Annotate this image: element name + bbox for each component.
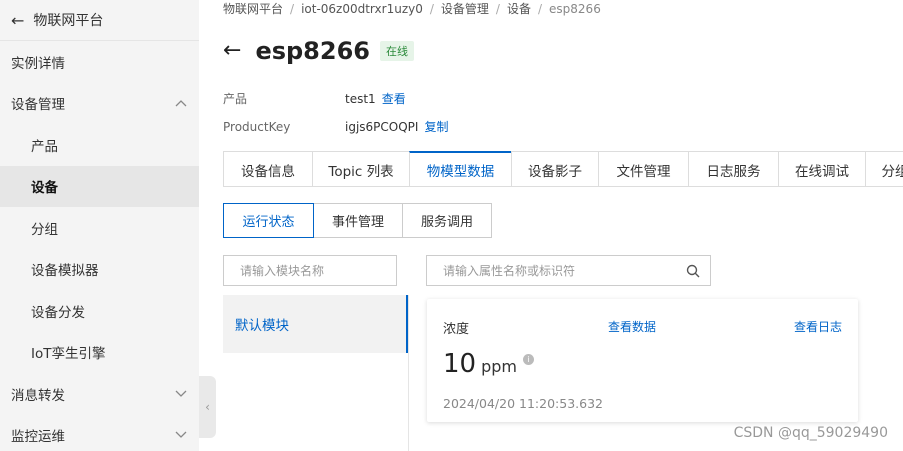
breadcrumb: 物联网平台 / iot-06z00dtrxr1uzy0/设备管理 / 设备 / esp826…	[223, 2, 601, 16]
sidebar-item[interactable]: 监控运维	[0, 415, 199, 451]
productkey-row: ProductKey igjs6PCOQPI 复制	[223, 118, 448, 135]
watermark: CSDN @qq_59029490	[733, 425, 888, 441]
chevron-down-icon	[175, 428, 187, 442]
view-log-link[interactable]: 查看日志	[794, 318, 842, 335]
sidebar-item[interactable]: 消息转发	[0, 373, 199, 415]
tab-item[interactable]: 物模型数据	[409, 151, 512, 186]
sidebar-menu: 实例详情设备管理产品设备分组设备模拟器设备分发 IoT孪生引擎消息转发监控运维	[0, 41, 199, 451]
sidebar-item-label: 设备分发	[31, 304, 85, 321]
tab-item[interactable]: 在线调试	[778, 151, 866, 186]
tsl-subtabs: 运行状态 事件管理 服务调用	[223, 203, 492, 238]
chevron-down-icon	[175, 387, 187, 401]
sidebar-header-title: 物联网平台	[33, 13, 104, 29]
breadcrumb-item-device-management[interactable]: 设备管理	[441, 2, 489, 16]
sidebar-item-label: 设备模拟器	[31, 263, 99, 280]
sidebar-item[interactable]: 产品	[0, 124, 199, 166]
sidebar: ← 物联网平台 实例详情设备管理产品设备分组设备模拟器设备分发 IoT孪生引擎消息…	[0, 0, 199, 451]
view-data-link[interactable]: 查看数据	[608, 318, 656, 335]
sidebar-item-label: 分组	[31, 221, 58, 238]
subtab-item[interactable]: 事件管理	[313, 203, 403, 238]
sidebar-item[interactable]: 设备	[0, 165, 199, 207]
sidebar-item-label: 监控运维	[11, 429, 65, 446]
sidebar-header[interactable]: ← 物联网平台	[0, 0, 199, 41]
product-value: test1	[345, 91, 376, 106]
tab-item[interactable]: 日志服务	[688, 151, 779, 186]
sidebar-item[interactable]: 设备管理	[0, 83, 199, 125]
detail-tabs: 设备信息Topic 列表物模型数据设备影子文件管理日志服务在线调试分组	[223, 151, 903, 187]
chevron-up-icon	[175, 96, 187, 110]
property-timestamp: 2024/04/20 11:20:53.632	[443, 396, 603, 411]
breadcrumb-item-platform[interactable]: 物联网平台	[223, 2, 283, 16]
tab-item[interactable]: 文件管理	[598, 151, 689, 186]
productkey-label: ProductKey	[223, 119, 291, 134]
sidebar-item-label: 消息转发	[11, 387, 65, 404]
sidebar-item-label: 设备管理	[11, 97, 65, 114]
module-item-default[interactable]: 默认模块	[223, 295, 408, 353]
module-item-label: 默认模块	[235, 318, 289, 334]
sidebar-item[interactable]: 实例详情	[0, 41, 199, 83]
tab-item[interactable]: 分组	[865, 151, 903, 186]
property-name: 浓度	[443, 322, 470, 337]
product-label: 产品	[223, 92, 248, 106]
property-search	[426, 255, 711, 286]
product-row: 产品 test1 查看	[223, 90, 406, 107]
sidebar-item-label: 设备	[31, 180, 58, 197]
search-icon[interactable]	[686, 264, 700, 278]
breadcrumb-item-current: esp8266	[549, 2, 601, 16]
tab-item[interactable]: Topic 列表	[312, 151, 410, 186]
sidebar-item[interactable]: IoT孪生引擎	[0, 332, 199, 374]
property-search-input[interactable]	[443, 263, 686, 278]
sidebar-item-label: 产品	[31, 138, 58, 155]
sidebar-item[interactable]: 设备分发	[0, 290, 199, 332]
back-arrow-icon[interactable]: ←	[11, 11, 24, 30]
breadcrumb-item-device[interactable]: 设备	[507, 2, 531, 16]
sidebar-item-label: IoT孪生引擎	[31, 346, 106, 363]
module-search	[223, 255, 397, 286]
page-title: esp8266	[255, 37, 370, 65]
copy-productkey-link[interactable]: 复制	[424, 118, 448, 135]
sidebar-item-label: 实例详情	[11, 55, 65, 72]
sidebar-item[interactable]: 分组	[0, 207, 199, 249]
subtab-item[interactable]: 服务调用	[402, 203, 492, 238]
property-card: 浓度 查看数据 查看日志 10 ppm i 2024/04/20 11:20:5…	[427, 299, 858, 422]
property-value: 10	[443, 349, 477, 379]
property-value-row: 10 ppm i	[443, 349, 534, 379]
productkey-value: igjs6PCOQPI	[345, 119, 419, 134]
breadcrumb-item-instance[interactable]: iot-06z00dtrxr1uzy0	[301, 2, 423, 16]
tab-item[interactable]: 设备信息	[223, 151, 313, 186]
subtab-item[interactable]: 运行状态	[223, 203, 314, 238]
view-product-link[interactable]: 查看	[382, 90, 406, 107]
sidebar-item[interactable]: 设备模拟器	[0, 249, 199, 291]
module-list: 默认模块	[223, 295, 409, 451]
back-arrow-icon[interactable]: ←	[223, 40, 241, 62]
tab-item[interactable]: 设备影子	[511, 151, 599, 186]
page-header: ← esp8266 在线	[223, 37, 414, 65]
main-content: 物联网平台 / iot-06z00dtrxr1uzy0/设备管理 / 设备 / esp826…	[199, 0, 903, 451]
status-badge: 在线	[379, 41, 414, 61]
property-unit: ppm	[481, 357, 517, 376]
info-icon[interactable]: i	[523, 354, 534, 365]
module-search-input[interactable]	[240, 263, 390, 278]
